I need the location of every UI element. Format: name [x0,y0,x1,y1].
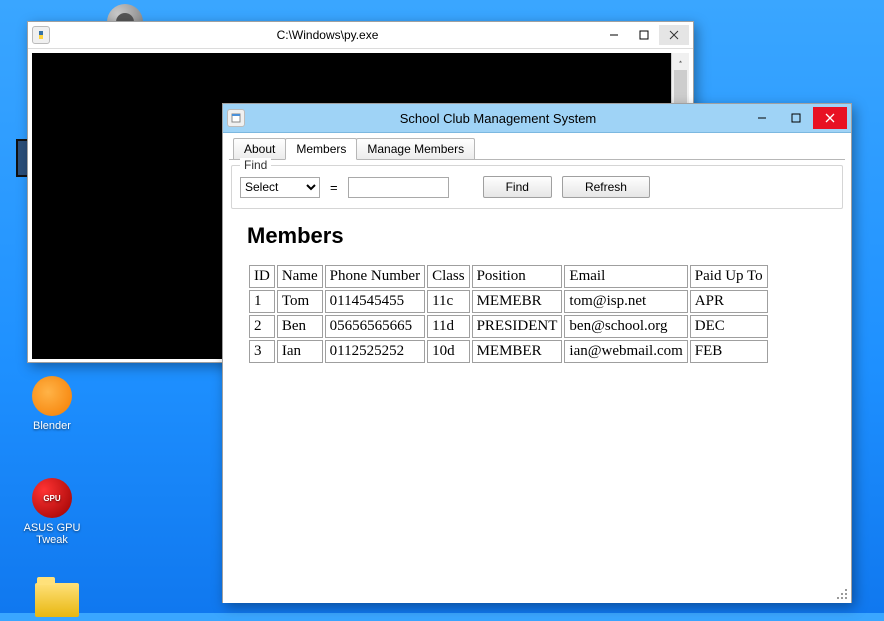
tab-strip: About Members Manage Members [229,137,845,160]
col-paid: Paid Up To [690,265,768,288]
col-name: Name [277,265,323,288]
app-titlebar[interactable]: School Club Management System [223,104,851,133]
cell-email: tom@isp.net [564,290,687,313]
close-button[interactable] [659,25,689,45]
table-row: 1Tom011454545511cMEMEBRtom@isp.netAPR [249,290,768,313]
desktop-icon-blender[interactable]: Blender [17,374,87,432]
find-field-select[interactable]: Select [240,177,320,198]
col-phone: Phone Number [325,265,425,288]
cell-paid: FEB [690,340,768,363]
find-group: Find Select = Find Refresh [231,165,843,209]
cell-position: MEMEBR [472,290,563,313]
app-icon [227,109,245,127]
cell-name: Ian [277,340,323,363]
members-heading: Members [247,223,845,249]
folder-icon [35,583,79,617]
close-button[interactable] [813,107,847,129]
console-titlebar[interactable]: C:\Windows\py.exe [28,22,693,49]
cell-id: 1 [249,290,275,313]
cell-id: 3 [249,340,275,363]
members-table: ID Name Phone Number Class Position Emai… [247,263,770,365]
refresh-button[interactable]: Refresh [562,176,650,198]
cell-paid: APR [690,290,768,313]
cell-name: Tom [277,290,323,313]
cell-position: MEMBER [472,340,563,363]
maximize-button[interactable] [629,25,659,45]
cell-email: ian@webmail.com [564,340,687,363]
minimize-button[interactable] [599,25,629,45]
app-window: School Club Management System About Memb… [222,103,852,603]
cell-phone: 05656565665 [325,315,425,338]
tab-members[interactable]: Members [285,138,357,160]
cell-class: 11d [427,315,470,338]
col-email: Email [564,265,687,288]
cell-paid: DEC [690,315,768,338]
cell-email: ben@school.org [564,315,687,338]
cell-phone: 0114545455 [325,290,425,313]
col-class: Class [427,265,470,288]
gpu-icon: GPU [32,478,72,518]
find-button[interactable]: Find [483,176,552,198]
table-header-row: ID Name Phone Number Class Position Emai… [249,265,768,288]
tab-manage-members[interactable]: Manage Members [356,138,475,159]
minimize-button[interactable] [745,107,779,129]
cell-name: Ben [277,315,323,338]
desktop-icon-folder[interactable] [22,575,92,621]
desktop-icon-gpu-tweak[interactable]: GPU ASUS GPU Tweak [17,476,87,546]
cell-class: 10d [427,340,470,363]
maximize-button[interactable] [779,107,813,129]
cell-phone: 0112525252 [325,340,425,363]
find-legend: Find [240,158,271,172]
col-id: ID [249,265,275,288]
app-title: School Club Management System [251,111,745,126]
blender-icon [32,376,72,416]
table-row: 3Ian011252525210dMEMBERian@webmail.comFE… [249,340,768,363]
desktop-label: Blender [17,420,87,432]
table-row: 2Ben0565656566511dPRESIDENTben@school.or… [249,315,768,338]
desktop-label: ASUS GPU Tweak [17,522,87,546]
equals-label: = [330,180,338,195]
cell-position: PRESIDENT [472,315,563,338]
cell-id: 2 [249,315,275,338]
cell-class: 11c [427,290,470,313]
tab-about[interactable]: About [233,138,286,159]
scroll-up-button[interactable] [672,53,689,70]
col-position: Position [472,265,563,288]
python-icon [32,26,50,44]
console-title: C:\Windows\py.exe [56,28,599,42]
find-value-input[interactable] [348,177,449,198]
resize-grip[interactable] [835,587,849,601]
